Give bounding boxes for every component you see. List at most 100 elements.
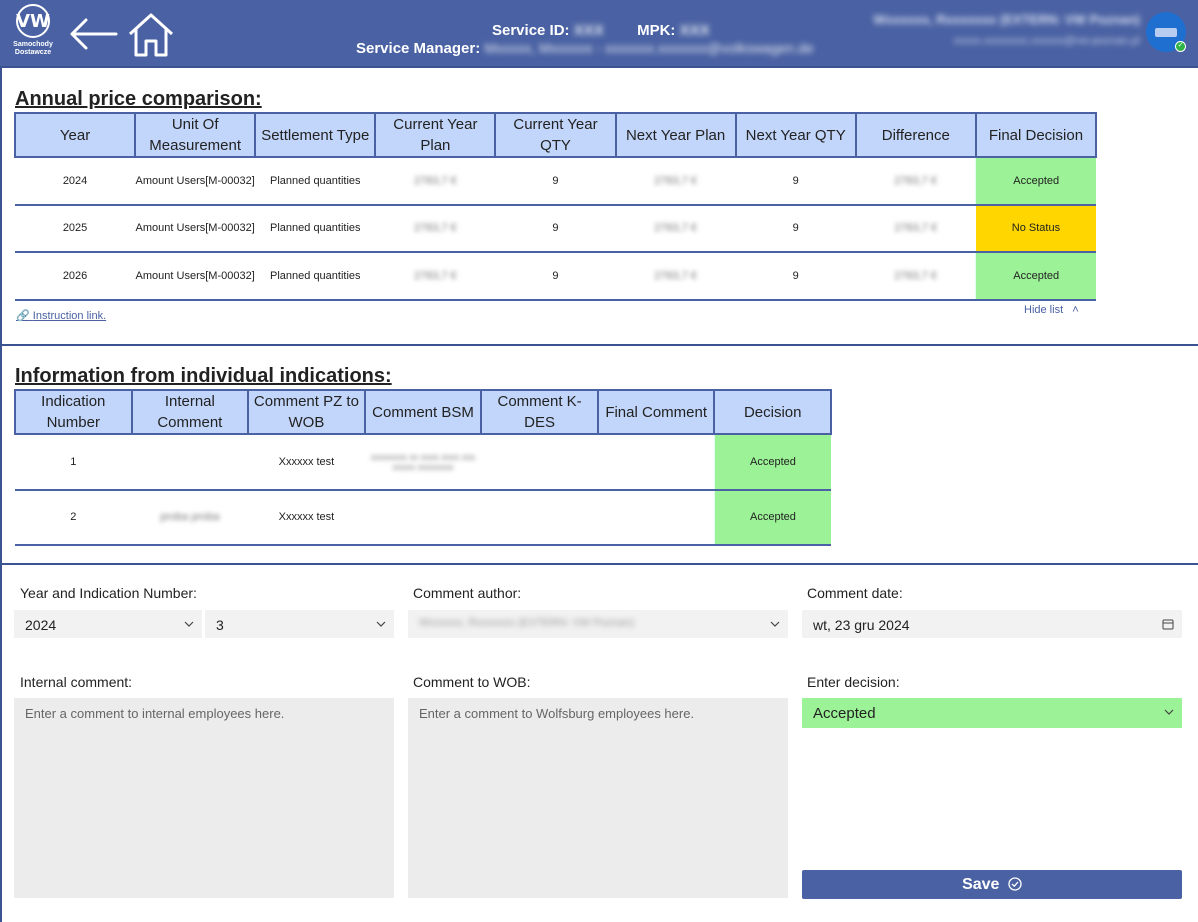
table-row[interactable]: 2025 Amount Users[M-00032] Planned quant… bbox=[15, 204, 1096, 253]
cell-decision-accepted: Accepted bbox=[975, 157, 1096, 206]
indication-number-select[interactable]: 3 bbox=[205, 610, 394, 638]
user-info: Wxxxxxx, Rxxxxxxx (EXTERN: VW Poznan) xx… bbox=[810, 12, 1140, 47]
check-circle-icon bbox=[1008, 877, 1022, 891]
table-row[interactable]: 2024 Amount Users[M-00032] Planned quant… bbox=[15, 157, 1096, 206]
cell-decision-no-status: No Status bbox=[975, 204, 1096, 253]
cell-year: 2024 bbox=[15, 157, 136, 206]
cell-indication-number: 1 bbox=[15, 434, 132, 491]
col-final-comment: Final Comment bbox=[596, 389, 716, 435]
chevron-down-icon bbox=[184, 621, 194, 627]
service-id-label: Service ID: bbox=[492, 22, 570, 39]
annual-section-title: Annual price comparison: bbox=[15, 88, 262, 110]
comment-author-label: Comment author: bbox=[413, 585, 522, 601]
cell-next-qty: 9 bbox=[735, 252, 856, 301]
cell-comment-pz-wob: Xxxxxx test bbox=[248, 489, 365, 546]
year-select-value: 2024 bbox=[25, 617, 57, 633]
cell-comment-bsm bbox=[364, 489, 482, 546]
comment-date-picker[interactable]: wt, 23 gru 2024 bbox=[802, 610, 1182, 638]
internal-comment-input[interactable]: Enter a comment to internal employees he… bbox=[14, 698, 394, 898]
vw-logo[interactable]: VW Samochody Dostawcze bbox=[10, 4, 56, 57]
chevron-up-icon: ˄ bbox=[1072, 304, 1079, 316]
col-next-plan: Next Year Plan bbox=[614, 112, 737, 158]
cell-next-plan: 2783,7 € bbox=[615, 204, 736, 253]
cell-unit: Amount Users[M-00032] bbox=[135, 252, 256, 301]
left-border bbox=[0, 68, 2, 922]
user-avatar[interactable]: ✓ bbox=[1146, 12, 1186, 52]
annual-price-table: Year Unit Of Measurement Settlement Type… bbox=[13, 112, 1098, 301]
user-name: Wxxxxxx, Rxxxxxxx (EXTERN: VW Poznan) bbox=[873, 12, 1140, 27]
avatar-initials-icon bbox=[1155, 27, 1177, 37]
chevron-down-icon bbox=[1164, 709, 1174, 715]
logo-caption: Samochody Dostawcze bbox=[13, 41, 53, 56]
col-unit: Unit Of Measurement bbox=[134, 112, 257, 158]
cell-next-plan: 2783,7 € bbox=[615, 252, 736, 301]
instruction-link[interactable]: 🔗 Instruction link. bbox=[16, 309, 106, 322]
col-comment-bsm: Comment BSM bbox=[363, 389, 483, 435]
wob-comment-label: Comment to WOB: bbox=[413, 674, 531, 690]
link-icon: 🔗 bbox=[16, 310, 30, 322]
col-settlement: Settlement Type bbox=[254, 112, 377, 158]
year-select[interactable]: 2024 bbox=[14, 610, 202, 638]
cell-indication-number: 2 bbox=[15, 489, 132, 546]
wob-comment-input[interactable]: Enter a comment to Wolfsburg employees h… bbox=[408, 698, 788, 898]
cell-current-plan: 2783,7 € bbox=[375, 204, 496, 253]
cell-difference: 2783,7 € bbox=[855, 252, 976, 301]
decision-select-value: Accepted bbox=[813, 705, 876, 722]
cell-internal-comment bbox=[131, 434, 249, 491]
cell-next-plan: 2783,7 € bbox=[615, 157, 736, 206]
decision-select[interactable]: Accepted bbox=[802, 698, 1182, 728]
online-status-icon: ✓ bbox=[1175, 41, 1186, 52]
col-decision: Decision bbox=[713, 389, 832, 435]
col-comment-pz-wob: Comment PZ to WOB bbox=[247, 389, 366, 435]
comment-author-select[interactable]: Wxxxxxx, Rxxxxxxx (EXTERN: VW Poznan) bbox=[408, 610, 788, 638]
back-arrow-icon[interactable] bbox=[66, 14, 120, 54]
table-row[interactable]: 1 Xxxxxx test xxxxxxxx xx xxxx xxxx xxx … bbox=[15, 434, 831, 491]
cell-difference: 2783,7 € bbox=[855, 204, 976, 253]
service-manager-value: Mxxxxx, Mxxxxxx - xxxxxxx.xxxxxxx@volksw… bbox=[484, 40, 814, 56]
mpk-label: MPK: bbox=[637, 22, 676, 39]
chevron-down-icon bbox=[376, 621, 386, 627]
service-manager-label: Service Manager: bbox=[356, 40, 481, 57]
col-internal-comment: Internal Comment bbox=[130, 389, 250, 435]
table-row[interactable]: 2026 Amount Users[M-00032] Planned quant… bbox=[15, 252, 1096, 301]
cell-current-qty: 9 bbox=[495, 252, 616, 301]
cell-year: 2025 bbox=[15, 204, 136, 253]
cell-settlement: Planned quantities bbox=[255, 204, 376, 253]
home-icon[interactable] bbox=[126, 12, 176, 58]
col-next-qty: Next Year QTY bbox=[734, 112, 857, 158]
col-year: Year bbox=[13, 112, 137, 158]
cell-comment-pz-wob: Xxxxxx test bbox=[248, 434, 365, 491]
col-indication-number: Indication Number bbox=[14, 389, 133, 435]
cell-settlement: Planned quantities bbox=[255, 252, 376, 301]
cell-comment-bsm: xxxxxxxx xx xxxx xxxx xxx xxxxx xxxxxxxx bbox=[364, 434, 482, 491]
decision-label: Enter decision: bbox=[807, 674, 900, 690]
instruction-link-label: Instruction link. bbox=[32, 310, 107, 322]
cell-comment-kdes bbox=[481, 489, 598, 546]
table-header-row: Year Unit Of Measurement Settlement Type… bbox=[13, 112, 1098, 158]
service-id-value: XXX bbox=[573, 22, 604, 39]
cell-final-comment bbox=[597, 489, 715, 546]
chevron-down-icon bbox=[770, 621, 780, 627]
indications-section-title: Information from individual indications: bbox=[15, 365, 392, 387]
comment-author-value: Wxxxxxx, Rxxxxxxx (EXTERN: VW Poznan) bbox=[419, 617, 635, 629]
comment-date-value: wt, 23 gru 2024 bbox=[813, 617, 910, 633]
mpk-value: XXX bbox=[679, 22, 710, 39]
cell-decision-accepted: Accepted bbox=[975, 252, 1096, 301]
cell-current-plan: 2783,7 € bbox=[375, 157, 496, 206]
year-indication-label: Year and Indication Number: bbox=[20, 585, 197, 601]
cell-difference: 2783,7 € bbox=[855, 157, 976, 206]
indications-table: Indication Number Internal Comment Comme… bbox=[14, 389, 832, 546]
section-divider bbox=[0, 344, 1198, 346]
cell-year: 2026 bbox=[15, 252, 136, 301]
hide-list-button[interactable]: Hide list ˄ bbox=[1024, 304, 1079, 316]
indication-select-value: 3 bbox=[216, 617, 224, 633]
table-row[interactable]: 2 proba proba Xxxxxx test Accepted bbox=[15, 489, 831, 546]
col-difference: Difference bbox=[854, 112, 977, 158]
cell-unit: Amount Users[M-00032] bbox=[135, 204, 256, 253]
cell-current-plan: 2783,7 € bbox=[375, 252, 496, 301]
cell-internal-comment: proba proba bbox=[131, 489, 249, 546]
user-email: xxxxx.xxxxxxxx.xxxxxx@vw-poznan.pl bbox=[953, 35, 1140, 47]
col-comment-kdes: Comment K-DES bbox=[480, 389, 599, 435]
save-button[interactable]: Save bbox=[802, 870, 1182, 899]
cell-decision-accepted: Accepted bbox=[713, 489, 831, 546]
